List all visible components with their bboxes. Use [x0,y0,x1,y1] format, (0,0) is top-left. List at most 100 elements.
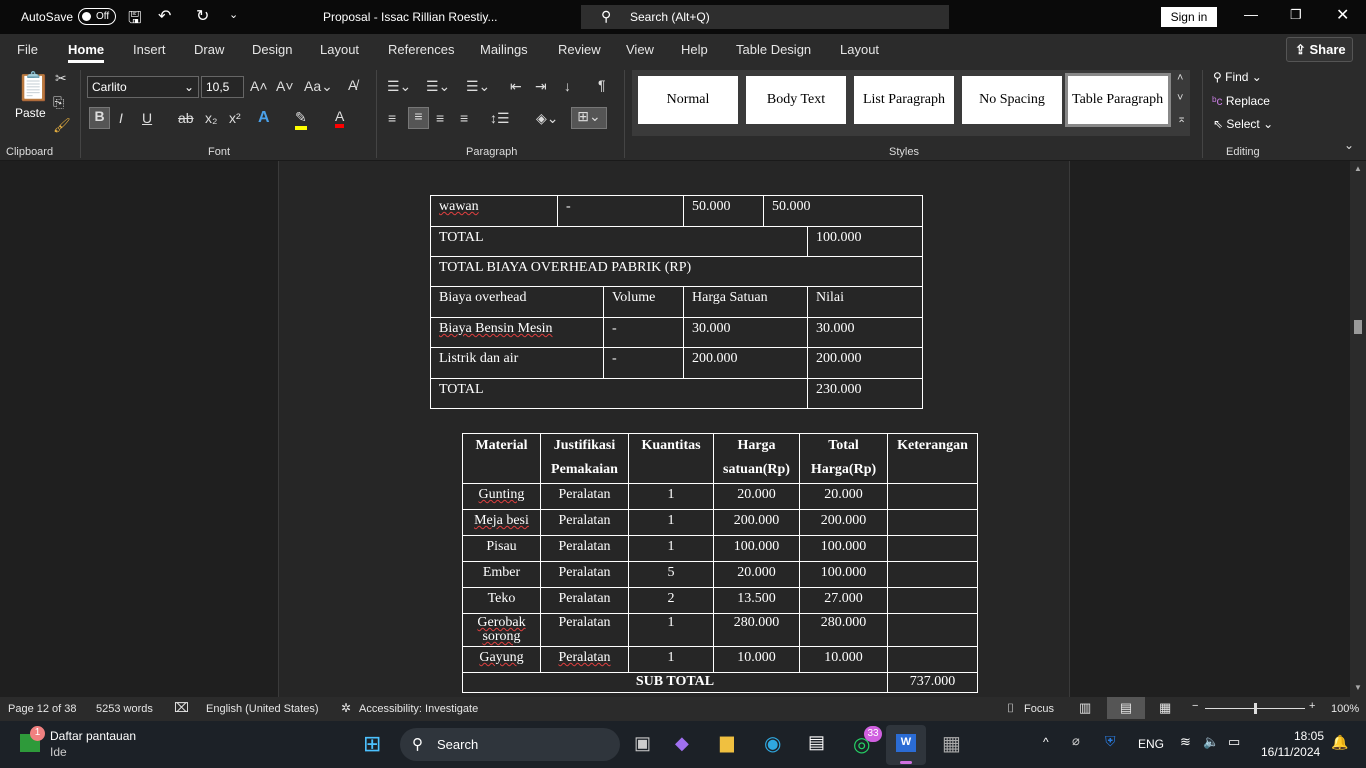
shrink-font-icon[interactable]: A˅ [276,78,294,94]
table-cell[interactable]: 1 [628,613,714,647]
table-cell[interactable]: 10.000 [713,646,800,673]
table-cell[interactable]: 1 [628,535,714,562]
borders-icon[interactable]: ⊞⌄ [571,107,607,129]
bold-icon[interactable]: B [89,107,110,129]
table-cell[interactable]: Pisau [462,535,541,562]
table-cell[interactable]: Peralatan [540,613,629,647]
calculator-icon[interactable]: ▦ [942,731,961,756]
minimize-icon[interactable]: — [1244,6,1258,22]
table-cell[interactable]: 200.000 [807,347,924,379]
table-cell[interactable]: - [556,195,685,227]
vertical-scrollbar[interactable]: ▲ ▼ [1350,161,1366,697]
table-cell[interactable]: 27.000 [799,587,888,614]
increase-indent-icon[interactable]: ⇥ [535,78,547,95]
task-view-icon[interactable]: ▣ [634,733,651,754]
style-table-paragraph[interactable]: Table Paragraph [1065,73,1171,127]
text-effects-icon[interactable]: A [258,109,270,127]
table-cell[interactable]: Gerobak sorong [462,613,541,647]
table-cell[interactable]: Peralatan [540,483,629,510]
replace-button[interactable]: ᵇc Replace [1212,94,1270,108]
table-cell[interactable]: 50.000 [763,195,924,227]
save-icon[interactable]: 🖫 [128,7,142,34]
proofing-icon[interactable]: ⌧ [174,700,189,716]
shading-icon[interactable]: ◈⌄ [536,110,559,127]
table-cell[interactable]: 13.500 [713,587,800,614]
word-taskbar-button[interactable]: W [886,725,926,765]
table-cell[interactable]: 20.000 [713,483,800,510]
tab-table-design[interactable]: Table Design [736,42,811,57]
table-cell[interactable]: 280.000 [713,613,800,647]
zoom-slider-thumb[interactable] [1254,703,1257,714]
strikethrough-icon[interactable]: ab [178,110,194,126]
tab-design[interactable]: Design [252,42,292,57]
line-spacing-icon[interactable]: ↕☰ [490,110,510,127]
format-painter-icon[interactable]: 🖌 [53,117,71,134]
word-count[interactable]: 5253 words [96,703,153,715]
table-cell[interactable] [887,535,978,562]
table-cell[interactable]: TOTAL BIAYA OVERHEAD PABRIK (RP) [429,256,924,287]
style-normal[interactable]: Normal [638,76,738,124]
table-cell[interactable]: - [602,347,685,379]
taskbar-search[interactable]: ⚲ Search [400,728,620,761]
scroll-up-icon[interactable]: ▲ [1354,164,1362,173]
table-cell[interactable]: 1 [628,646,714,673]
tab-review[interactable]: Review [558,42,601,57]
table-cell[interactable]: 100.000 [807,226,924,257]
file-explorer-icon[interactable]: ▆ [720,732,734,753]
pilcrow-icon[interactable]: ¶ [598,77,606,93]
table-cell[interactable]: 200.000 [799,509,888,536]
table-cell[interactable]: 20.000 [713,561,800,588]
table-cell[interactable]: 1 [628,509,714,536]
table-cell[interactable]: 30.000 [683,317,809,348]
tab-mailings[interactable]: Mailings [480,42,528,57]
paste-button[interactable]: Paste [15,106,46,120]
table-cell[interactable]: Peralatan [540,561,629,588]
italic-icon[interactable]: I [119,110,123,126]
clock-date[interactable]: 16/11/2024 [1261,745,1320,759]
table-cell[interactable]: 10.000 [799,646,888,673]
tab-help[interactable]: Help [681,42,708,57]
share-button[interactable]: ⇪ Share [1286,37,1353,62]
web-layout-icon[interactable]: ▦ [1159,700,1171,716]
table-cell[interactable]: 20.000 [799,483,888,510]
style-no-spacing[interactable]: No Spacing [962,76,1062,124]
find-button[interactable]: ⚲ Find ⌄ [1213,70,1262,84]
table-cell[interactable]: Teko [462,587,541,614]
superscript-icon[interactable]: x² [229,110,241,126]
table-cell[interactable]: 280.000 [799,613,888,647]
font-size-select[interactable]: 10,5 [201,76,244,98]
zoom-slider[interactable] [1205,703,1305,714]
scrollbar-thumb[interactable] [1354,320,1362,334]
select-button[interactable]: ⇖ Select ⌄ [1213,117,1273,131]
table-cell[interactable]: Listrik dan air [430,347,604,379]
table-cell[interactable]: Ember [462,561,541,588]
bullets-icon[interactable]: ☰⌄ [387,78,411,95]
store-icon[interactable]: ▤ [808,732,825,753]
styles-scroll-up-icon[interactable]: ˄ [1177,72,1183,84]
input-language[interactable]: ENG [1138,737,1164,751]
battery-icon[interactable]: ▭ [1228,734,1240,750]
table-cell[interactable]: Peralatan [540,509,629,536]
table-cell[interactable]: Peralatan [540,646,629,673]
zoom-out-icon[interactable]: − [1192,700,1198,712]
volume-icon[interactable]: 🔈 [1203,734,1219,750]
table-cell[interactable]: Peralatan [540,535,629,562]
align-right-icon[interactable]: ≡ [436,110,444,126]
table-cell[interactable]: 200.000 [713,509,800,536]
table-cell[interactable]: Peralatan [540,587,629,614]
table-cell[interactable]: Biaya Bensin Mesin [430,317,604,348]
focus-button[interactable]: Focus [1024,703,1054,715]
customize-qat-icon[interactable]: ⌄ [229,8,238,21]
table-cell[interactable]: Meja besi [462,509,541,536]
table-cell[interactable]: 100.000 [799,561,888,588]
table-cell[interactable]: Gayung [462,646,541,673]
tab-home[interactable]: Home [68,42,105,63]
document-page[interactable]: wawan -50.000 50.000 TOTAL 100.000 TOTAL BI… [278,161,1070,697]
language-status[interactable]: English (United States) [206,703,319,715]
table-cell[interactable]: 100.000 [799,535,888,562]
font-name-select[interactable]: Carlito ⌄ [87,76,199,98]
collapse-ribbon-icon[interactable]: ⌄ [1344,138,1354,152]
tab-view[interactable]: View [626,42,654,57]
table-cell[interactable] [887,561,978,588]
undo-icon[interactable]: ↶ [158,6,171,26]
